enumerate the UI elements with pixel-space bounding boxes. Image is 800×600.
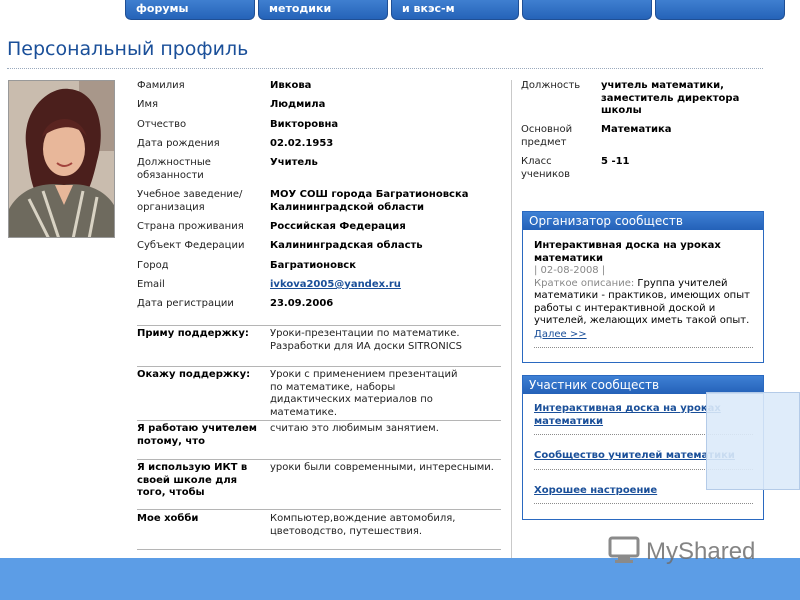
question-answer: Уроки-презентации по математике. Разрабо… bbox=[270, 328, 463, 352]
label-patronymic: Отчество bbox=[137, 119, 187, 130]
box-divider bbox=[534, 347, 753, 348]
nav-tab-label: форумы bbox=[136, 2, 189, 15]
email-link[interactable]: ivkova2005@yandex.ru bbox=[270, 279, 510, 292]
question-label: Приму поддержку: bbox=[137, 328, 249, 339]
question-answer: уроки были современными, интересными. bbox=[270, 462, 494, 473]
value-grades: 5 -11 bbox=[601, 156, 630, 167]
question-answer: считаю это любимым занятием. bbox=[270, 423, 439, 434]
question-label: Мое хобби bbox=[137, 513, 199, 524]
question-answer: Компьютер,вождение автомобиля, цветоводс… bbox=[270, 513, 456, 537]
community-title: Интерактивная доска на уроках математики bbox=[534, 240, 721, 264]
nav-tab-5[interactable] bbox=[655, 0, 785, 20]
question-label: Я использую ИКТ в своей школе для того, … bbox=[137, 462, 248, 498]
organizer-box: Организатор сообществ Интерактивная доск… bbox=[522, 211, 764, 363]
box-divider bbox=[534, 503, 753, 504]
value-duties: Учитель bbox=[270, 157, 318, 168]
more-link[interactable]: Далее >> bbox=[534, 329, 753, 342]
value-patronymic: Викторовна bbox=[270, 119, 339, 130]
question-divider bbox=[137, 366, 501, 367]
question-divider bbox=[137, 509, 501, 510]
nav-tab-methods[interactable]: методики bbox=[258, 0, 388, 20]
label-region: Субъект Федерации bbox=[137, 240, 245, 251]
value-city: Багратионовск bbox=[270, 260, 356, 271]
watermark-logo-icon bbox=[608, 536, 640, 563]
label-grades: Класс учеников bbox=[521, 156, 571, 180]
label-birthdate: Дата рождения bbox=[137, 138, 220, 149]
value-position: учитель математики, заместитель директор… bbox=[601, 80, 740, 116]
label-duties: Должностные обязанности bbox=[137, 157, 211, 181]
nav-tab-4[interactable] bbox=[522, 0, 652, 20]
value-subject: Математика bbox=[601, 124, 672, 135]
label-institution: Учебное заведение/организация bbox=[137, 189, 243, 213]
value-regdate: 23.09.2006 bbox=[270, 298, 334, 309]
label-position: Должность bbox=[521, 80, 581, 91]
description-label: Краткое описание: bbox=[534, 277, 635, 289]
profile-photo bbox=[8, 80, 115, 238]
top-nav: форумы методики и вкэс-м bbox=[0, 0, 790, 22]
value-name: Людмила bbox=[270, 99, 326, 110]
label-subject: Основной предмет bbox=[521, 124, 573, 148]
question-divider bbox=[137, 325, 501, 326]
question-label: Я работаю учителем потому, что bbox=[137, 423, 257, 447]
organizer-box-body: Интерактивная доска на уроках математики… bbox=[523, 230, 763, 354]
question-divider bbox=[137, 459, 501, 460]
community-description: Краткое описание: Группа учителей матема… bbox=[534, 278, 753, 328]
question-divider bbox=[137, 549, 501, 550]
value-country: Российская Федерация bbox=[270, 221, 406, 232]
profile-photo-image bbox=[9, 81, 114, 237]
label-surname: Фамилия bbox=[137, 80, 185, 91]
organizer-box-title: Организатор сообществ bbox=[523, 212, 763, 230]
floating-overlay-panel bbox=[706, 392, 800, 490]
value-surname: Ивкова bbox=[270, 80, 312, 91]
community-date: | 02-08-2008 | bbox=[534, 265, 606, 276]
nav-tab-label: и вкэс-м bbox=[402, 2, 455, 15]
nav-tab-vkes[interactable]: и вкэс-м bbox=[391, 0, 519, 20]
label-city: Город bbox=[137, 260, 169, 271]
question-answer: Уроки с применением презентаций по матем… bbox=[270, 369, 458, 418]
column-divider bbox=[511, 80, 512, 560]
nav-tab-forums[interactable]: форумы bbox=[125, 0, 255, 20]
title-divider bbox=[7, 68, 763, 69]
question-label: Окажу поддержку: bbox=[137, 369, 251, 380]
page-title: Персональный профиль bbox=[7, 38, 249, 60]
question-divider bbox=[137, 420, 501, 421]
value-region: Калининградская область bbox=[270, 240, 423, 251]
nav-tab-label: методики bbox=[269, 2, 332, 15]
watermark-text: MyShared bbox=[646, 538, 756, 565]
label-name: Имя bbox=[137, 99, 159, 110]
value-birthdate: 02.02.1953 bbox=[270, 138, 334, 149]
label-regdate: Дата регистрации bbox=[137, 298, 234, 309]
label-email: Email bbox=[137, 279, 165, 290]
label-country: Страна проживания bbox=[137, 221, 244, 232]
value-institution: МОУ СОШ города Багратионовска Калинингра… bbox=[270, 189, 469, 213]
